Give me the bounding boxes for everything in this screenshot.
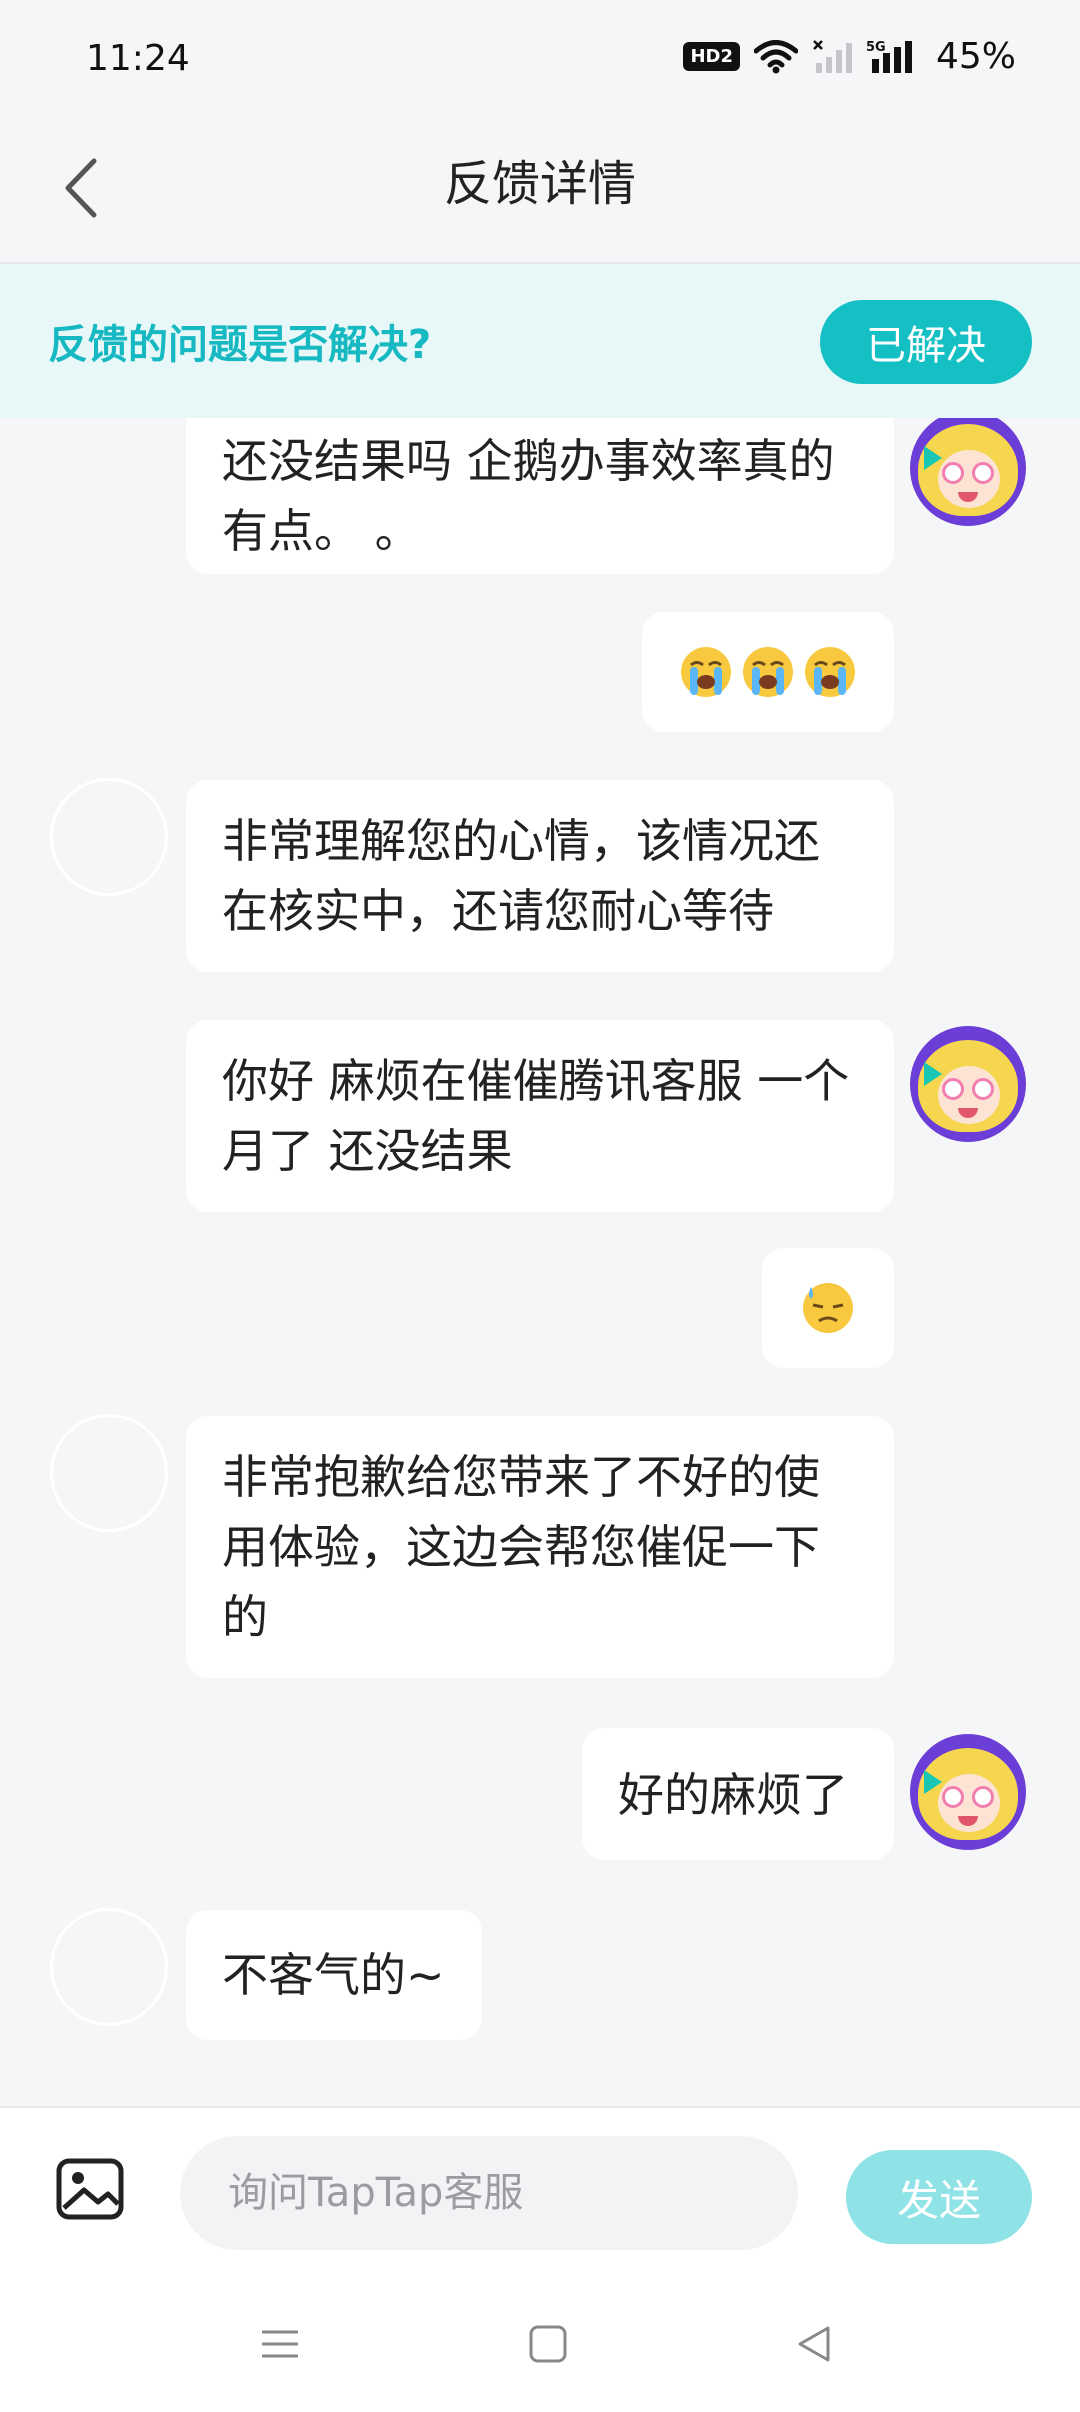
svg-text:5G: 5G <box>866 40 886 55</box>
message-text: 非常理解您的心情，该情况还在核实中，还请您耐心等待 <box>222 814 820 938</box>
agent-avatar[interactable] <box>50 1908 168 2026</box>
agent-message-bubble: 非常理解您的心情，该情况还在核实中，还请您耐心等待 <box>186 780 894 972</box>
message-text: 好的麻烦了 <box>618 1768 848 1822</box>
message-text: 你好 麻烦在催催腾讯客服 一个月了 还没结果 <box>222 1054 850 1178</box>
user-emoji-bubble <box>642 612 894 732</box>
menu-nav-button[interactable] <box>250 2316 310 2376</box>
message-list[interactable]: 还没结果吗 企鹅办事效率真的有点。 。 非常理解您的心情，该情况还在核实中，还请… <box>0 418 1080 2106</box>
agent-avatar[interactable] <box>50 1414 168 1532</box>
input-bar: 发送 <box>0 2106 1080 2278</box>
home-nav-button[interactable] <box>518 2316 578 2376</box>
menu-icon <box>260 2324 300 2368</box>
resolution-question: 反馈的问题是否解决? <box>48 322 432 368</box>
message-input[interactable] <box>180 2136 798 2250</box>
battery-percent: 45% <box>935 36 1016 77</box>
agent-message-bubble: 不客气的~ <box>186 1910 482 2040</box>
status-bar: 11:24 HD2 5G 45% <box>0 0 1080 120</box>
status-icons: HD2 5G 45% <box>683 36 1016 77</box>
system-nav-bar <box>0 2276 1080 2412</box>
message-text: 还没结果吗 企鹅办事效率真的有点。 。 <box>222 434 835 558</box>
status-time: 11:24 <box>86 38 190 79</box>
resolved-button[interactable]: 已解决 <box>820 300 1032 384</box>
user-avatar[interactable] <box>910 418 1026 526</box>
user-avatar[interactable] <box>910 1734 1026 1850</box>
user-emoji-bubble <box>762 1248 894 1368</box>
message-text: 非常抱歉给您带来了不好的使用体验，这边会帮您催促一下的 <box>222 1450 820 1644</box>
app-header: 反馈详情 <box>0 120 1080 264</box>
user-message-bubble: 还没结果吗 企鹅办事效率真的有点。 。 <box>186 418 894 574</box>
agent-avatar[interactable] <box>50 778 168 896</box>
hd-badge: HD2 <box>683 42 740 71</box>
loudly-crying-face-icon <box>803 645 857 699</box>
user-message-bubble: 好的麻烦了 <box>582 1728 894 1860</box>
signal-off-icon <box>812 39 852 75</box>
wifi-icon <box>753 39 798 74</box>
signal-5g-icon: 5G <box>866 39 918 75</box>
send-button[interactable]: 发送 <box>846 2150 1032 2244</box>
back-nav-button[interactable] <box>784 2316 844 2376</box>
user-avatar[interactable] <box>910 1026 1026 1142</box>
agent-message-bubble: 非常抱歉给您带来了不好的使用体验，这边会帮您催促一下的 <box>186 1416 894 1678</box>
home-square-icon <box>528 2324 568 2368</box>
loudly-crying-face-icon <box>741 645 795 699</box>
page-title: 反馈详情 <box>443 156 636 212</box>
triangle-back-icon <box>794 2324 834 2368</box>
image-upload-button[interactable] <box>56 2158 124 2220</box>
loudly-crying-face-icon <box>679 645 733 699</box>
message-text: 不客气的~ <box>222 1948 445 2002</box>
user-message-bubble: 你好 麻烦在催催腾讯客服 一个月了 还没结果 <box>186 1020 894 1212</box>
downcast-face-with-sweat-icon <box>801 1281 855 1335</box>
resolution-banner: 反馈的问题是否解决? 已解决 <box>0 264 1080 418</box>
image-icon <box>56 2158 124 2224</box>
feedback-detail-screen: 11:24 HD2 5G 45% 反馈详情 反馈的问题是否解决? 已解决 还没结… <box>0 0 1080 2412</box>
